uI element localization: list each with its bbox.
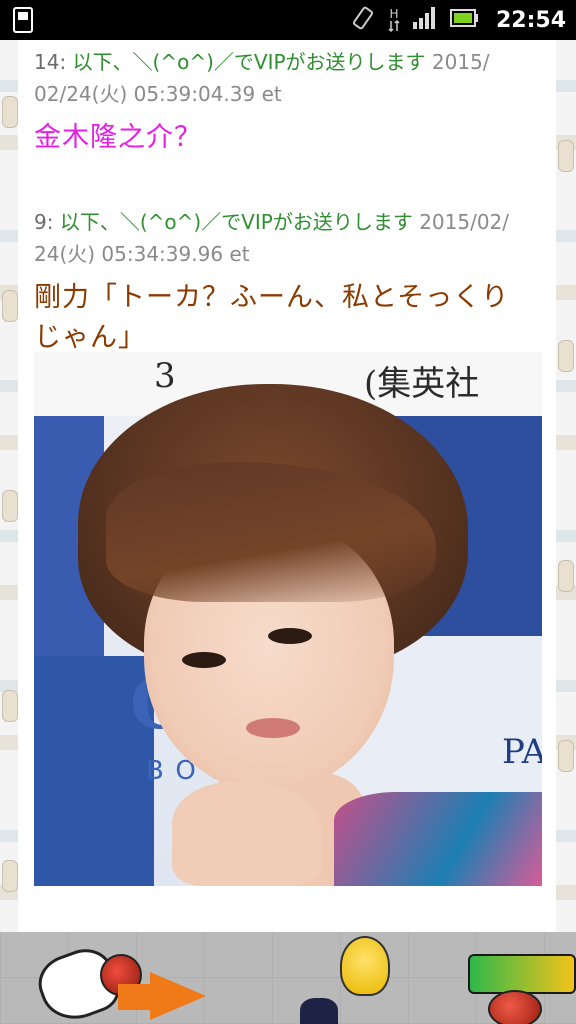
photo-brand-right: PA	[502, 732, 542, 772]
post-timestamp: 02/24(火) 05:39:04.39 et	[34, 82, 282, 106]
post-number: 14:	[34, 50, 67, 74]
arrow-right-icon	[150, 972, 206, 1020]
character-icon	[340, 936, 390, 996]
game-logo	[468, 954, 576, 994]
status-bar: H 22:54	[0, 0, 576, 40]
thread-content[interactable]: 14: 以下、＼(^o^)／でVIPがお送りします 2015/ 02/24(火)…	[18, 40, 556, 932]
post-date: 2015/	[431, 50, 490, 74]
post-body-line: 剛力「トーカ？ふーん、私とそっくり	[34, 282, 510, 313]
sd-card-icon	[12, 6, 34, 38]
post-body-line: 金木隆之介？	[34, 122, 202, 153]
post-author-name[interactable]: 以下、＼(^o^)／でVIPがお送りします	[60, 210, 413, 234]
wallpaper-right	[556, 40, 576, 932]
post-number: 9:	[34, 210, 54, 234]
post-timestamp: 24(火) 05:34:39.96 et	[34, 242, 250, 266]
post-photo[interactable]: 3 (集英社 CLIE BOOK PA	[34, 352, 542, 886]
post-author-name[interactable]: 以下、＼(^o^)／でVIPがお送りします	[73, 50, 426, 74]
post-body: 剛力「トーカ？ふーん、私とそっくり じゃん」	[34, 278, 544, 358]
signal-icon	[412, 6, 438, 34]
battery-icon	[449, 8, 478, 32]
rotate-icon	[350, 5, 376, 35]
backdrop-text: (集英社	[364, 364, 480, 404]
network-type-label: H	[389, 7, 399, 21]
game-logo-emblem	[488, 990, 542, 1024]
post-header: 14: 以下、＼(^o^)／でVIPがお送りします 2015/ 02/24(火)…	[34, 46, 544, 110]
network-type-icon: H	[388, 8, 400, 32]
backdrop-text: 3	[154, 356, 176, 396]
cat-character-icon	[300, 998, 338, 1024]
ad-banner[interactable]	[0, 932, 576, 1024]
person-hand	[172, 782, 322, 886]
post-date: 2015/02/	[419, 210, 510, 234]
wallpaper-left	[0, 40, 18, 932]
post: 14: 以下、＼(^o^)／でVIPがお送りします 2015/ 02/24(火)…	[34, 46, 544, 158]
post-body: 金木隆之介？	[34, 118, 544, 158]
post: 9: 以下、＼(^o^)／でVIPがお送りします 2015/02/ 24(火) …	[34, 206, 544, 358]
clock: 22:54	[495, 7, 566, 33]
post-header: 9: 以下、＼(^o^)／でVIPがお送りします 2015/02/ 24(火) …	[34, 206, 544, 270]
